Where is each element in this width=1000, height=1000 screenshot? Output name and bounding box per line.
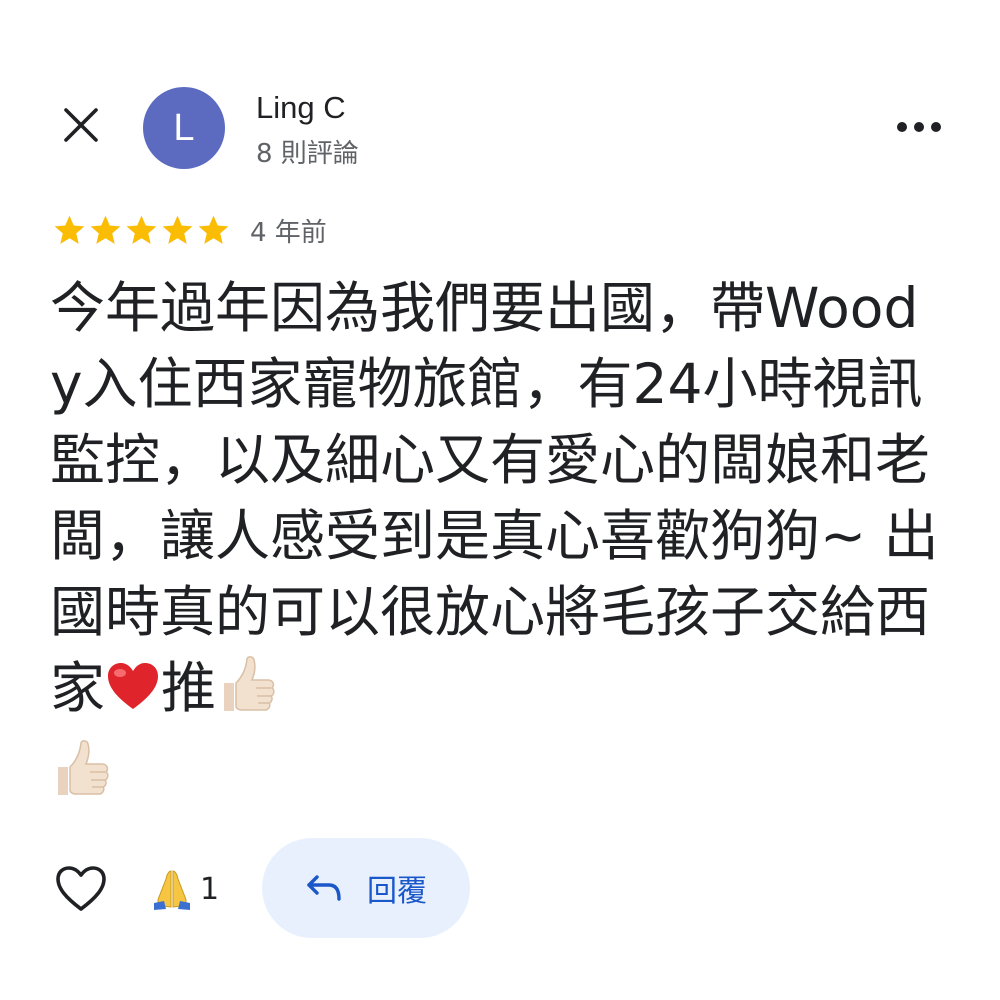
star-rating	[52, 213, 231, 248]
star-icon	[162, 215, 193, 244]
more-horizontal-icon	[897, 122, 941, 132]
review-age: 4 年前	[250, 218, 327, 248]
close-icon	[64, 108, 98, 142]
reply-label: 回覆	[367, 874, 427, 909]
review-text-main: 今年過年因為我們要出國，帶Woody入住西家寵物旅館，有24小時視訊監控，以及細…	[50, 276, 939, 720]
like-button[interactable]	[50, 858, 112, 920]
folded-hands-emoji	[154, 870, 190, 910]
heart-outline-icon	[56, 866, 106, 911]
reviewer-name[interactable]: Ling C	[256, 90, 346, 126]
avatar[interactable]: L	[143, 87, 225, 169]
thumbs-up-emoji	[50, 737, 112, 818]
star-icon	[126, 215, 157, 244]
review-detail-page: L Ling C 8 則評論 4 年前 今年過年因為我們要出國，帶Woody入住…	[0, 0, 1000, 1000]
reviewer-review-count: 8 則評論	[256, 139, 359, 169]
reaction-count: 1	[200, 871, 220, 907]
close-button[interactable]	[56, 100, 106, 150]
avatar-initial: L	[173, 106, 195, 149]
thumbs-up-emoji	[216, 653, 278, 734]
star-icon	[90, 215, 121, 244]
reply-button[interactable]: 回覆	[262, 838, 470, 938]
review-text-tail: 推	[161, 656, 217, 720]
star-icon	[198, 215, 229, 244]
heart-emoji	[105, 658, 161, 734]
star-icon	[54, 215, 85, 244]
reaction-badge[interactable]: 1	[150, 867, 219, 911]
more-options-button[interactable]	[893, 107, 945, 147]
reply-arrow-icon	[307, 875, 341, 901]
review-text: 今年過年因為我們要出國，帶Woody入住西家寵物旅館，有24小時視訊監控，以及細…	[50, 270, 950, 818]
